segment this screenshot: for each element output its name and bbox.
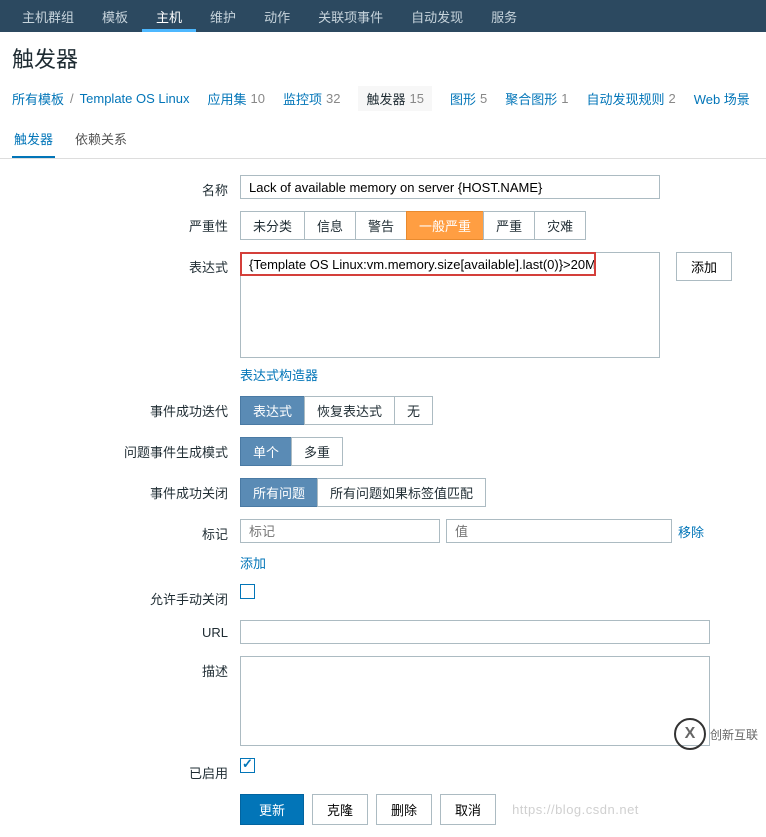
sev-notclassified[interactable]: 未分类 [240, 211, 305, 240]
bc-count: 10 [251, 91, 265, 106]
nav-templates[interactable]: 模板 [88, 1, 142, 32]
sev-average[interactable]: 一般严重 [406, 211, 484, 240]
bc-count: 2 [668, 91, 675, 106]
okclose-tagmatch[interactable]: 所有问题如果标签值匹配 [317, 478, 486, 507]
sev-info[interactable]: 信息 [304, 211, 356, 240]
sub-tabs: 触发器 依赖关系 [0, 121, 766, 159]
nav-actions[interactable]: 动作 [250, 1, 304, 32]
textarea-description[interactable] [240, 656, 710, 746]
nav-services[interactable]: 服务 [477, 1, 531, 32]
label-enabled: 已启用 [12, 758, 240, 782]
bc-count: 5 [480, 91, 487, 106]
sev-high[interactable]: 严重 [483, 211, 535, 240]
bc-discovery-rules[interactable]: 自动发现规则 [586, 89, 664, 108]
link-remove-tag[interactable]: 移除 [678, 522, 704, 541]
footer-logo: X 创新互联 [674, 718, 758, 750]
problemmode-single[interactable]: 单个 [240, 437, 292, 466]
label-ok-close: 事件成功关闭 [12, 478, 240, 502]
bc-screens[interactable]: 聚合图形 [505, 89, 557, 108]
bc-template-name[interactable]: Template OS Linux [80, 91, 190, 106]
link-expr-builder[interactable]: 表达式构造器 [240, 368, 318, 383]
btn-clone[interactable]: 克隆 [312, 794, 368, 825]
watermark-text: https://blog.csdn.net [512, 802, 639, 817]
bc-all-templates[interactable]: 所有模板 [12, 89, 64, 108]
nav-hostgroups[interactable]: 主机群组 [8, 1, 88, 32]
top-navigation: 主机群组 模板 主机 维护 动作 关联项事件 自动发现 服务 [0, 0, 766, 32]
bc-count: 32 [326, 91, 340, 106]
okevent-recovery[interactable]: 恢复表达式 [304, 396, 395, 425]
label-ok-event: 事件成功迭代 [12, 396, 240, 420]
trigger-form: 名称 严重性 未分类 信息 警告 一般严重 严重 灾难 表达式 {Templat… [0, 159, 766, 837]
checkbox-enabled[interactable] [240, 758, 255, 773]
label-manual-close: 允许手动关闭 [12, 584, 240, 608]
bc-graphs[interactable]: 图形 [450, 89, 476, 108]
tab-dependency[interactable]: 依赖关系 [73, 121, 129, 158]
okevent-none[interactable]: 无 [394, 396, 433, 425]
link-add-tag[interactable]: 添加 [240, 556, 266, 571]
label-problem-mode: 问题事件生成模式 [12, 437, 240, 461]
input-tag-name[interactable] [240, 519, 440, 543]
bc-web[interactable]: Web 场景 [694, 89, 750, 108]
btn-cancel[interactable]: 取消 [440, 794, 496, 825]
sev-warning[interactable]: 警告 [355, 211, 407, 240]
nav-correlation[interactable]: 关联项事件 [304, 1, 397, 32]
input-url[interactable] [240, 620, 710, 644]
label-name: 名称 [12, 175, 240, 199]
tab-trigger[interactable]: 触发器 [12, 121, 55, 158]
bc-triggers[interactable]: 触发器 [366, 89, 405, 108]
label-url: URL [12, 620, 240, 640]
textarea-expression[interactable]: {Template OS Linux:vm.memory.size[availa… [240, 252, 660, 358]
page-title: 触发器 [0, 32, 766, 82]
nav-discovery[interactable]: 自动发现 [397, 1, 477, 32]
bc-separator: / [70, 91, 74, 106]
btn-delete[interactable]: 删除 [376, 794, 432, 825]
btn-add-expression[interactable]: 添加 [676, 252, 732, 281]
label-tags: 标记 [12, 519, 240, 543]
breadcrumb: 所有模板 / Template OS Linux 应用集 10 监控项 32 触… [0, 82, 766, 115]
label-description: 描述 [12, 656, 240, 680]
logo-text: 创新互联 [710, 726, 758, 743]
problemmode-multiple[interactable]: 多重 [291, 437, 343, 466]
btn-update[interactable]: 更新 [240, 794, 304, 825]
checkbox-manual-close[interactable] [240, 584, 255, 599]
bc-applications[interactable]: 应用集 [207, 89, 246, 108]
input-tag-value[interactable] [446, 519, 672, 543]
nav-hosts[interactable]: 主机 [142, 1, 196, 32]
nav-maintenance[interactable]: 维护 [196, 1, 250, 32]
bc-items[interactable]: 监控项 [283, 89, 322, 108]
bc-count: 1 [561, 91, 568, 106]
okclose-all[interactable]: 所有问题 [240, 478, 318, 507]
severity-group: 未分类 信息 警告 一般严重 严重 灾难 [240, 211, 586, 240]
input-name[interactable] [240, 175, 660, 199]
sev-disaster[interactable]: 灾难 [534, 211, 586, 240]
label-expression: 表达式 [12, 252, 240, 276]
okevent-expression[interactable]: 表达式 [240, 396, 305, 425]
bc-count: 15 [409, 91, 423, 106]
label-severity: 严重性 [12, 211, 240, 235]
logo-icon: X [674, 718, 706, 750]
